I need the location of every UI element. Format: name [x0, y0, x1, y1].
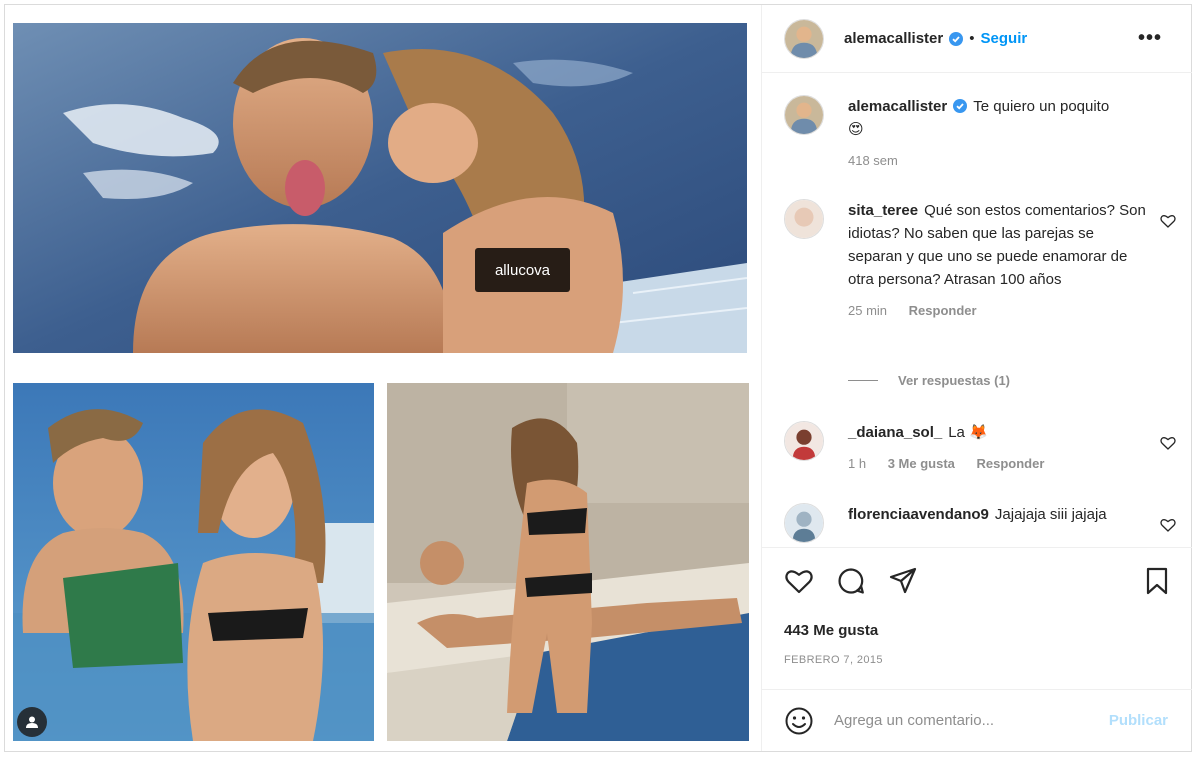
- publish-button[interactable]: Publicar: [1109, 712, 1168, 729]
- avatar[interactable]: [784, 95, 824, 135]
- post-media[interactable]: allucova: [5, 5, 759, 751]
- verified-icon: [949, 31, 964, 46]
- comment-input[interactable]: [834, 712, 1084, 729]
- avatar[interactable]: [784, 199, 824, 239]
- comment-username[interactable]: florenciaavendano9: [848, 506, 989, 523]
- post-sidebar: alemacallister • Seguir ••• alemacallist…: [761, 5, 1192, 751]
- photo-couple-pool-top: [13, 23, 747, 353]
- photo-couple-pool-left: [13, 383, 374, 741]
- comment-text: Jajajaja siii jajaja: [994, 506, 1107, 523]
- heart-icon[interactable]: [1160, 213, 1176, 229]
- more-icon[interactable]: •••: [1138, 27, 1162, 50]
- comment-username[interactable]: sita_teree: [848, 202, 918, 219]
- verified-icon: [953, 99, 968, 113]
- reply-button[interactable]: Responder: [909, 303, 977, 318]
- post-frame: allucova alemacallister • Seguir ••• ale…: [4, 4, 1192, 752]
- comments-list[interactable]: alemacallister Te quiero un poquito 😍 418…: [762, 73, 1192, 547]
- user-tag-icon[interactable]: [17, 707, 47, 737]
- heart-icon[interactable]: [784, 566, 814, 596]
- view-replies-button[interactable]: Ver respuestas (1): [848, 373, 1010, 388]
- caption-text: Te quiero un poquito: [973, 98, 1110, 115]
- add-comment-bar: Publicar: [762, 689, 1192, 751]
- caption-username[interactable]: alemacallister: [848, 98, 947, 115]
- caption-time[interactable]: 418 sem: [848, 153, 898, 168]
- comment-time[interactable]: 25 min: [848, 303, 887, 318]
- comment-likes[interactable]: 3 Me gusta: [888, 456, 955, 471]
- view-replies-label: Ver respuestas (1): [898, 373, 1011, 388]
- comment-time[interactable]: 1 h: [848, 456, 866, 471]
- caption-emoji: 😍: [848, 121, 864, 138]
- comment-emoji: 🦊: [969, 424, 988, 441]
- header-separator: •: [969, 30, 975, 47]
- likes-count[interactable]: 443 Me gusta: [784, 622, 878, 639]
- comment-icon[interactable]: [836, 566, 866, 596]
- comment-username[interactable]: _daiana_sol_: [848, 424, 942, 441]
- photo-couple-pool-right: [387, 383, 749, 741]
- bookmark-icon[interactable]: [1142, 566, 1172, 596]
- heart-icon[interactable]: [1160, 517, 1176, 533]
- post-actions: 443 Me gusta FEBRERO 7, 2015: [762, 547, 1192, 689]
- view-replies-line: [848, 380, 878, 381]
- post-header: alemacallister • Seguir •••: [762, 5, 1192, 73]
- avatar[interactable]: [784, 18, 824, 59]
- emoji-icon[interactable]: [784, 706, 814, 736]
- comment-text: La: [948, 424, 965, 441]
- post-date[interactable]: FEBRERO 7, 2015: [784, 654, 883, 666]
- follow-button[interactable]: Seguir: [981, 30, 1028, 47]
- user-tag-label[interactable]: allucova: [475, 248, 570, 292]
- heart-icon[interactable]: [1160, 435, 1176, 451]
- avatar[interactable]: [784, 503, 824, 543]
- reply-button[interactable]: Responder: [977, 456, 1045, 471]
- share-icon[interactable]: [888, 566, 918, 596]
- header-username[interactable]: alemacallister: [844, 30, 943, 47]
- avatar[interactable]: [784, 421, 824, 461]
